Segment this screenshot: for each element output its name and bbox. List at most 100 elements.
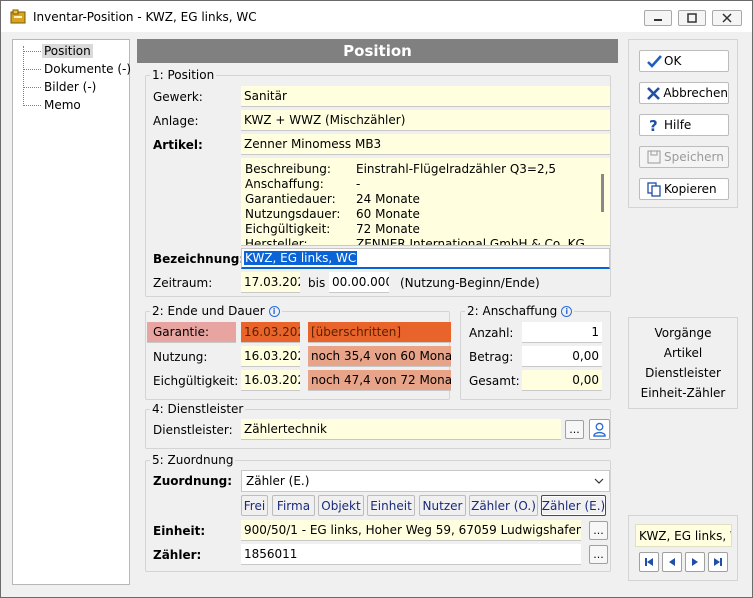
detail-key: Garantiedauer: [245, 192, 336, 206]
artikel-label: Artikel: [153, 138, 203, 152]
dienstleister-browse-button[interactable]: ... [565, 420, 584, 439]
nutzung-status: noch 35,4 von 60 Monaten [308, 346, 451, 367]
anzahl-input[interactable]: 1 [522, 322, 602, 343]
nutzung-date-field[interactable]: 16.03.2027 [241, 346, 300, 367]
link-artikel[interactable]: Artikel [629, 346, 737, 360]
dialog-window: Inventar-Position - KWZ, EG links, WC Po… [0, 0, 753, 598]
maximize-button[interactable] [678, 10, 706, 26]
tab-frei[interactable]: Frei [241, 495, 268, 516]
detail-value: Einstrahl-Flügelradzähler Q3=2,5 [356, 162, 557, 176]
artikel-field[interactable]: Zenner Minomess MB3 [241, 134, 610, 155]
previous-record-button[interactable] [662, 552, 682, 572]
tab-firma[interactable]: Firma [272, 495, 315, 516]
garantie-status: [überschritten] [308, 322, 451, 343]
gewerk-field[interactable]: Sanitär [241, 86, 610, 107]
navigation-tree: Position Dokumente (-) Bilder (-) Memo [12, 39, 131, 585]
bezeichnung-value: KWZ, EG links, WC [244, 251, 358, 265]
close-icon [722, 13, 732, 23]
bezeichnung-label: Bezeichnung: [153, 252, 245, 266]
info-icon[interactable]: i [561, 306, 573, 317]
kopieren-button[interactable]: Kopieren [639, 178, 729, 200]
current-record-field: KWZ, EG links, WC [635, 524, 732, 547]
person-icon [593, 422, 606, 437]
last-icon [714, 558, 722, 566]
app-icon [10, 9, 26, 23]
cancel-icon [647, 86, 661, 100]
group-title: 2: Anschaffung i [465, 304, 575, 318]
link-dienstleister[interactable]: Dienstleister [629, 366, 737, 380]
zaehler-label: Zähler: [153, 548, 202, 562]
artikel-details-memo[interactable]: Beschreibung: Einstrahl-Flügelradzähler … [241, 158, 610, 246]
zeitraum-hint: (Nutzung-Beginn/Ende) [400, 276, 540, 290]
tab-nutzer[interactable]: Nutzer [419, 495, 466, 516]
dienstleister-field[interactable]: Zählertechnik [241, 419, 561, 440]
abbrechen-label: Abbrechen [663, 86, 728, 100]
tab-objekt[interactable]: Objekt [318, 495, 364, 516]
group-title: 4: Dienstleister [150, 402, 246, 416]
group-position: 1: Position Gewerk: Sanitär Anlage: KWZ … [145, 68, 611, 297]
gesamt-field: 0,00 [522, 370, 602, 391]
person-button[interactable] [589, 419, 610, 440]
info-icon[interactable]: i [268, 306, 280, 317]
bezeichnung-input[interactable]: KWZ, EG links, WC [241, 248, 610, 269]
check-icon [646, 54, 662, 68]
zaehler-browse-button[interactable]: ... [589, 545, 608, 564]
minimize-icon [654, 19, 662, 21]
ok-button[interactable]: OK [639, 50, 729, 72]
garantie-date-field[interactable]: 16.03.2024 [241, 322, 300, 343]
detail-value: ZENNER International GmbH & Co. KG [356, 237, 585, 246]
zeitraum-from-field[interactable]: 17.03.2022 [241, 272, 300, 293]
zuordnung-tabs: Frei Firma Objekt Einheit Nutzer Zähler … [241, 495, 611, 517]
einheit-browse-button[interactable]: ... [589, 521, 608, 540]
group-zuordnung: 5: Zuordnung Zuordnung: Zähler (E.) Frei… [145, 453, 611, 572]
zeitraum-to-field[interactable]: 00.00.0000 [329, 272, 389, 293]
group-ende-dauer: 2: Ende und Daueri Garantie: 16.03.2024 … [145, 304, 451, 400]
anlage-label: Anlage: [153, 114, 199, 128]
speichern-label: Speichern [664, 150, 724, 164]
eich-label: Eichgültigkeit: [153, 374, 239, 388]
link-vorgaenge[interactable]: Vorgänge [629, 326, 737, 340]
dienstleister-label: Dienstleister: [153, 423, 233, 437]
gewerk-label: Gewerk: [153, 90, 203, 104]
link-einheit-zaehler[interactable]: Einheit-Zähler [629, 386, 737, 400]
detail-value: 60 Monate [356, 207, 420, 221]
tree-item-label: Bilder (-) [44, 80, 97, 94]
title-bar: Inventar-Position - KWZ, EG links, WC [1, 1, 752, 32]
eich-date-field[interactable]: 16.03.2028 [241, 370, 300, 391]
eich-status: noch 47,4 von 72 Monaten [308, 370, 451, 391]
close-button[interactable] [712, 10, 742, 26]
tab-zaehler-e[interactable]: Zähler (E.) [541, 495, 606, 516]
tree-item-label: Memo [44, 98, 81, 112]
group-title-text: 2: Ende und Dauer [152, 304, 265, 318]
record-navigator: KWZ, EG links, WC [628, 515, 738, 581]
zuordnung-select[interactable]: Zähler (E.) [241, 470, 610, 492]
next-icon [692, 558, 698, 566]
window-title: Inventar-Position - KWZ, EG links, WC [33, 9, 257, 24]
einheit-label: Einheit: [153, 524, 206, 538]
next-record-button[interactable] [685, 552, 705, 572]
panel-header: Position [137, 39, 618, 63]
zeitraum-label: Zeitraum: [153, 276, 213, 290]
hilfe-label: Hilfe [664, 118, 692, 132]
betrag-input[interactable]: 0,00 [522, 346, 602, 367]
zaehler-input[interactable]: 1856011 [241, 544, 581, 565]
last-record-button[interactable] [708, 552, 728, 572]
first-record-button[interactable] [639, 552, 659, 572]
detail-value: 72 Monate [356, 222, 420, 236]
zeitraum-bis-label: bis [308, 276, 326, 290]
speichern-button[interactable]: Speichern [639, 146, 729, 168]
einheit-field[interactable]: 900/50/1 - EG links, Hoher Weg 59, 67059… [241, 520, 581, 541]
hilfe-button[interactable]: ? Hilfe [639, 114, 729, 136]
tab-einheit[interactable]: Einheit [367, 495, 415, 516]
detail-key: Anschaffung: [245, 177, 324, 191]
abbrechen-button[interactable]: Abbrechen [639, 82, 729, 104]
previous-icon [669, 558, 675, 566]
group-title-text: 2: Anschaffung [467, 304, 558, 318]
memo-scrollbar[interactable] [601, 174, 604, 212]
chevron-down-icon [594, 478, 604, 484]
help-icon: ? [649, 118, 658, 133]
anlage-field[interactable]: KWZ + WWZ (Mischzähler) [241, 110, 610, 131]
minimize-button[interactable] [644, 10, 672, 26]
tab-zaehler-o[interactable]: Zähler (O.) [469, 495, 538, 516]
betrag-label: Betrag: [469, 350, 514, 364]
